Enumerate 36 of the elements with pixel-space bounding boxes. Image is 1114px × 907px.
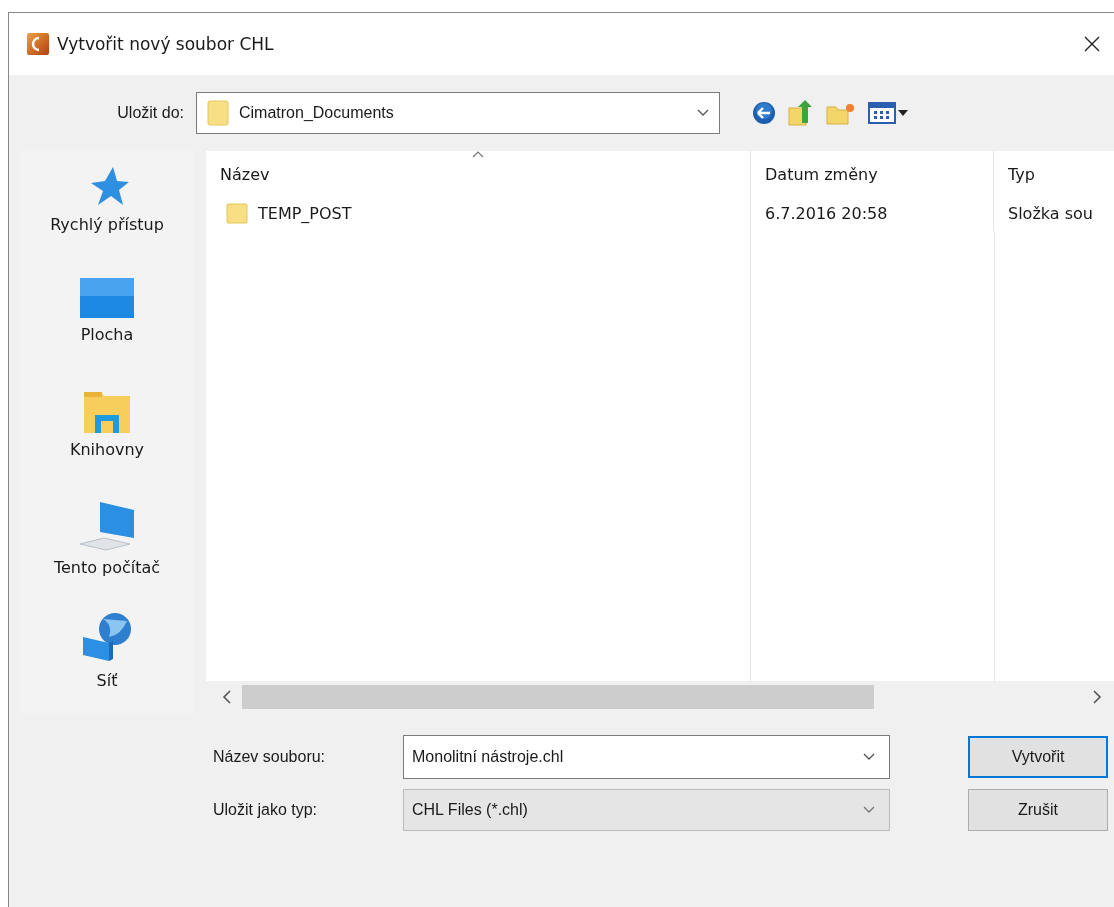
sort-caret-icon [472,151,484,158]
scroll-right-icon[interactable] [1092,690,1102,704]
file-name-label: Název souboru: [212,748,327,766]
place-item[interactable]: Síť [79,611,135,713]
desktop-icon [79,276,135,319]
place-item[interactable]: Rychlý přístup [50,165,164,267]
location-label: Uložit do: [116,104,185,122]
folder-icon [226,202,248,224]
scroll-thumb[interactable] [242,685,874,709]
date-cell: 6.7.2016 20:58 [765,203,888,223]
create-button[interactable]: Vytvořit [968,736,1108,778]
cancel-button[interactable]: Zrušit [968,789,1108,831]
close-icon[interactable] [1084,36,1100,52]
scroll-left-icon[interactable] [222,690,232,704]
file-type-dropdown[interactable]: CHL Files (*.chl) [403,789,890,831]
folder-icon [207,100,229,126]
chevron-icon [697,109,709,117]
place-item[interactable]: Knihovny [69,388,145,490]
column-header[interactable]: Typ [993,151,1112,195]
chevron-icon[interactable] [863,753,875,761]
file-type-label: Uložit jako typ: [212,801,319,819]
file-name-field[interactable]: Monolitní nástroje.chl [403,735,890,779]
location-dropdown[interactable]: Cimatron_Documents [196,92,720,134]
place-item[interactable]: Tento počítač [53,499,161,602]
folder-up-icon[interactable] [788,99,814,127]
back-icon[interactable] [752,101,776,125]
column-header[interactable]: Datum změny [750,151,993,195]
view-menu-icon[interactable] [868,101,908,125]
window-title: Vytvořit nový soubor CHL [57,34,274,54]
app-icon [27,33,49,55]
chevron-icon[interactable] [863,806,875,814]
place-item[interactable]: Plocha [79,276,135,379]
computer-icon [78,499,136,552]
type-cell: Složka sou [1008,203,1093,223]
column-header[interactable]: Název [206,151,750,195]
file-name-cell[interactable]: TEMP_POST [258,203,352,223]
